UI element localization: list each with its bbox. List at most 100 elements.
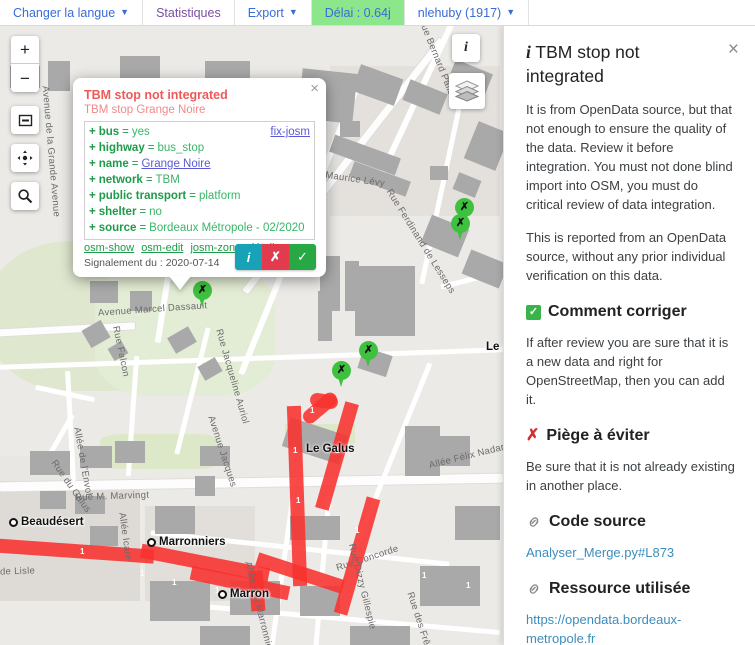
sidebar-title-text: TBM stop not integrated [526, 42, 640, 86]
zoom-in-button[interactable]: + [11, 36, 39, 64]
osm-edit-link[interactable]: osm-edit [141, 242, 183, 254]
delay-label: Délai : 0.64j [324, 5, 391, 20]
map-building [195, 476, 215, 496]
map-building [115, 441, 145, 463]
tag-equals: = [131, 158, 139, 170]
delay-badge[interactable]: Délai : 0.64j [311, 0, 405, 25]
tag-row: + bus = yes fix-josm [89, 124, 310, 140]
chevron-down-icon: ▼ [120, 7, 130, 17]
map-building [150, 581, 210, 621]
code-source-link[interactable]: Analyser_Merge.py#L873 [526, 545, 674, 560]
section-heading-how-to-fix: ✓ Comment corriger [526, 301, 735, 323]
tag-plus-icon: + [89, 158, 96, 170]
crosshair-icon[interactable] [11, 144, 39, 172]
map-building [120, 56, 160, 80]
reject-action-button[interactable]: ✗ [262, 244, 289, 270]
sidebar-title: i TBM stop not integrated [526, 40, 709, 88]
magnifier-icon[interactable] [11, 182, 39, 210]
map-building [455, 506, 500, 540]
resource-row: https://opendata.bordeaux-metropole.fr [526, 610, 735, 645]
menu-item-statistics[interactable]: Statistiques [143, 0, 235, 25]
layers-icon[interactable] [449, 73, 485, 109]
marker-x-icon: ✗ [363, 343, 374, 356]
tag-key: shelter [98, 206, 137, 218]
minimize-icon[interactable] [11, 106, 39, 134]
tag-key: name [98, 158, 129, 170]
tag-plus-icon: + [89, 142, 96, 154]
map-building [200, 626, 250, 645]
menu-item-change-language[interactable]: Changer la langue ▼ [0, 0, 144, 25]
issue-marker[interactable]: ✗ [359, 341, 378, 368]
tag-value: Bordeaux Métropole - 02/2020 [149, 222, 305, 234]
link-icon [526, 581, 542, 597]
menu-item-label: Export [247, 5, 284, 20]
map-building [155, 506, 195, 534]
map-building [318, 291, 332, 341]
close-icon[interactable]: × [310, 81, 319, 96]
info-icon[interactable]: i [452, 34, 480, 62]
chevron-down-icon: ▼ [506, 7, 516, 17]
tram-stop-beaudesert[interactable]: Beaudésert [9, 516, 84, 528]
code-source-row: Analyser_Merge.py#L873 [526, 543, 735, 562]
zoom-out-button[interactable]: − [11, 64, 39, 92]
marker-x-icon: ✗ [455, 216, 466, 229]
street-label: de Lisle [0, 565, 36, 578]
x-mark-icon: ✗ [526, 427, 540, 444]
tag-value: platform [198, 190, 241, 202]
detail-sidebar: × i TBM stop not integrated It is from O… [503, 26, 755, 645]
tag-plus-icon: + [89, 190, 96, 202]
stop-dot-icon [9, 517, 18, 527]
tag-key: highway [98, 142, 145, 154]
map-building [420, 566, 480, 606]
sidebar-paragraph: It is from OpenData source, but that not… [526, 102, 733, 212]
tag-row: + network = TBM [89, 172, 310, 188]
stop-label: Marron [230, 588, 269, 600]
sidebar-close-icon[interactable]: × [728, 40, 739, 59]
top-menu-bar: Changer la langue ▼ Statistiques Export … [0, 0, 755, 26]
menu-item-export[interactable]: Export ▼ [235, 0, 312, 25]
issue-marker-selected[interactable]: ✗ [193, 281, 212, 308]
osm-show-link[interactable]: osm-show [84, 242, 134, 254]
tram-stop-marron[interactable]: Marron [218, 588, 269, 600]
josm-zone-link[interactable]: josm-zone [190, 242, 241, 254]
stop-dot-icon [147, 537, 156, 547]
issue-marker[interactable]: ✗ [332, 361, 351, 388]
map-building [40, 491, 66, 509]
tag-row: + shelter = no [89, 204, 310, 220]
tag-key: network [98, 174, 143, 186]
issue-marker[interactable]: ✗ [451, 214, 470, 241]
layers-control [449, 73, 485, 109]
tag-value: TBM [155, 174, 180, 186]
tag-key: public transport [98, 190, 187, 202]
locate-control [11, 144, 39, 172]
tag-equals: = [139, 222, 147, 234]
info-action-button[interactable]: i [235, 244, 262, 270]
issue-popup: × TBM stop not integrated TBM stop Grang… [73, 78, 326, 277]
map-building [90, 281, 118, 303]
marker-x-icon: ✗ [197, 283, 208, 296]
tag-key: source [98, 222, 137, 234]
section-body: If after review you are sure that it is … [526, 335, 729, 407]
section-heading-pitfall: ✗ Piège à éviter [526, 425, 735, 447]
check-box-icon: ✓ [526, 304, 541, 320]
section-heading-code-source: Code source [526, 511, 735, 533]
tram-line-number: 1 [355, 526, 360, 535]
minimize-control [11, 106, 39, 134]
section-heading-text: Piège à éviter [546, 427, 650, 444]
tag-value-link[interactable]: Grange Noire [141, 156, 210, 172]
resource-link[interactable]: https://opendata.bordeaux-metropole.fr [526, 612, 681, 645]
tag-equals: = [147, 142, 155, 154]
map-canvas[interactable]: 1 1 1 1 1 1 1 1 1 1 1 Rue Bernard Paliss… [0, 26, 503, 645]
menu-item-label: Changer la langue [13, 5, 116, 20]
tag-plus-icon: + [89, 174, 96, 186]
accept-action-button[interactable]: ✓ [289, 244, 316, 270]
menu-item-user[interactable]: nlehuby (1917) ▼ [405, 0, 530, 25]
tram-line-number: 1 [296, 496, 301, 505]
map-info-control: i [452, 34, 480, 62]
user-label: nlehuby (1917) [417, 5, 502, 20]
tram-stop-marronniers[interactable]: Marronniers [147, 536, 225, 548]
popup-action-group: i ✗ ✓ [235, 244, 316, 270]
fix-josm-link[interactable]: fix-josm [270, 124, 310, 140]
stop-dot-icon [218, 589, 227, 599]
map-building [355, 266, 415, 336]
